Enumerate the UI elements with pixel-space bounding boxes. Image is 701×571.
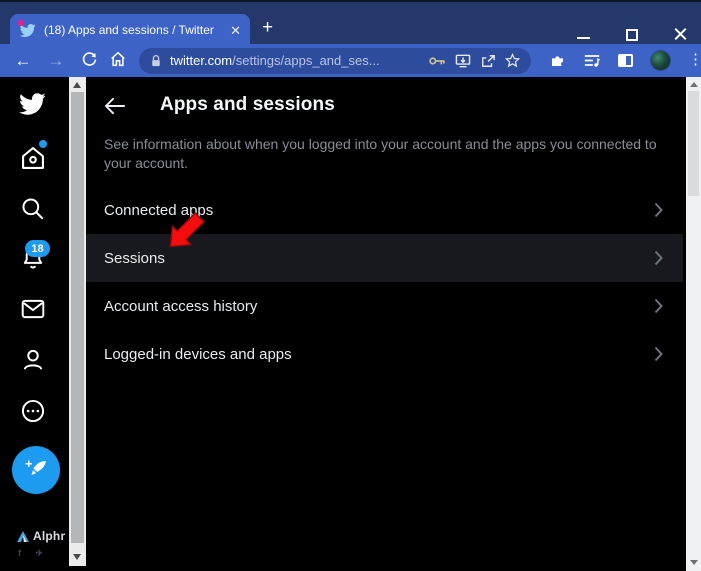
compose-tweet-button[interactable] [12, 446, 60, 494]
profile-avatar[interactable] [650, 50, 671, 71]
forward-icon[interactable]: → [44, 52, 68, 69]
scroll-down-icon[interactable] [73, 554, 81, 560]
alphr-watermark: Alphr [17, 529, 65, 543]
favicon-notification-dot [18, 19, 24, 26]
password-key-icon[interactable] [429, 55, 446, 67]
browser-tab[interactable]: (18) Apps and sessions / Twitter ✕ [10, 14, 250, 46]
settings-header: Apps and sessions [86, 90, 683, 124]
twitter-nav-rail: 18 Alphr f ✈ [0, 77, 69, 571]
watermark-social-icons: f ✈ [18, 548, 50, 558]
alphr-logo-icon [17, 530, 29, 542]
settings-panel: Apps and sessions See information about … [86, 77, 683, 571]
nav-messages-icon[interactable] [20, 296, 46, 327]
nav-search-icon[interactable] [20, 196, 46, 227]
scroll-up-icon[interactable] [73, 82, 81, 88]
home-icon[interactable] [106, 50, 130, 71]
nav-profile-icon[interactable] [20, 347, 46, 378]
media-controls-icon[interactable] [583, 53, 601, 68]
bookmark-star-icon[interactable] [505, 53, 520, 68]
browser-window: (18) Apps and sessions / Twitter ✕ + ← →… [0, 0, 701, 571]
alphr-watermark-text: Alphr [33, 529, 66, 543]
url-text[interactable]: twitter.com/settings/apps_and_ses... [170, 53, 420, 68]
back-arrow-icon[interactable] [101, 93, 127, 119]
annotation-arrow-icon [162, 208, 209, 255]
lock-icon[interactable] [150, 54, 162, 68]
nav-home-icon[interactable] [19, 144, 47, 177]
browser-menu-icon[interactable]: ⋮ [688, 52, 701, 66]
share-icon[interactable] [480, 54, 496, 68]
back-icon[interactable]: ← [11, 52, 35, 69]
nav-more-icon[interactable] [20, 398, 46, 429]
browser-scrollbar-thumb[interactable] [688, 91, 699, 196]
address-bar[interactable]: twitter.com/settings/apps_and_ses... [139, 47, 531, 74]
window-minimize-button[interactable] [577, 36, 590, 39]
twitter-logo-icon[interactable] [18, 90, 46, 123]
extensions-puzzle-icon[interactable] [549, 52, 566, 69]
page-description: See information about when you logged in… [104, 136, 657, 171]
window-maximize-button[interactable] [626, 28, 638, 41]
page-content: 18 Alphr f ✈ Apps and sessions See infor… [0, 77, 701, 571]
side-panel-icon[interactable] [618, 54, 633, 67]
inner-scrollbar[interactable] [69, 77, 86, 566]
page-title: Apps and sessions [160, 94, 335, 115]
browser-scrollbar[interactable] [686, 77, 701, 571]
menu-item-account-access-history[interactable]: Account access history [86, 282, 683, 330]
chevron-right-icon [654, 202, 663, 218]
window-close-button[interactable] [674, 28, 687, 41]
tab-strip: (18) Apps and sessions / Twitter ✕ + [0, 0, 701, 46]
url-domain: twitter.com [170, 53, 233, 68]
scroll-up-icon[interactable] [689, 82, 698, 87]
chevron-right-icon [654, 298, 663, 314]
tab-title: (18) Apps and sessions / Twitter [44, 23, 214, 37]
new-tab-button[interactable]: + [262, 18, 273, 37]
menu-item-logged-in-devices[interactable]: Logged-in devices and apps [86, 330, 683, 378]
install-app-icon[interactable] [455, 54, 471, 68]
url-path: /settings/apps_and_ses... [232, 53, 380, 68]
tab-close-icon[interactable]: ✕ [230, 24, 241, 37]
chevron-right-icon [654, 346, 663, 362]
scroll-down-icon[interactable] [689, 560, 698, 565]
twitter-favicon-icon [18, 19, 36, 39]
inner-scrollbar-thumb[interactable] [71, 92, 84, 543]
chevron-right-icon [654, 250, 663, 266]
notifications-count-badge: 18 [25, 240, 50, 257]
browser-toolbar: ← → twitter.com/settings/apps_and_ses... [0, 44, 701, 77]
reload-icon[interactable] [77, 51, 101, 71]
